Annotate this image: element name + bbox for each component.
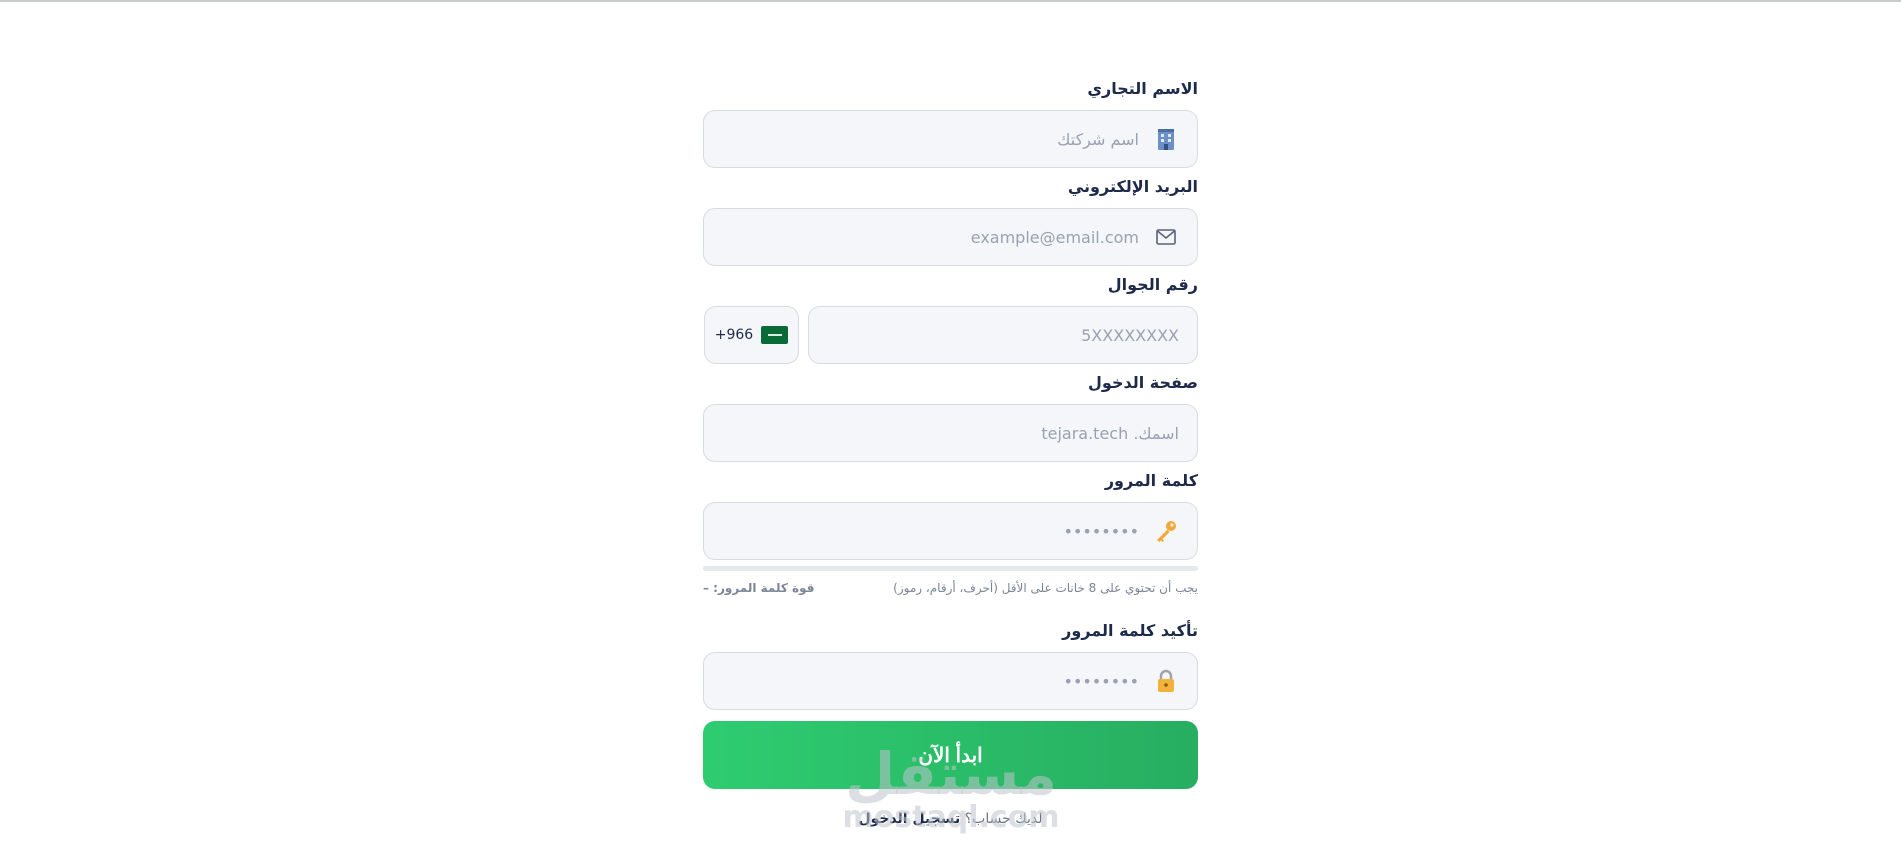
login-page-placeholder: اسمك. tejara.tech — [1041, 423, 1179, 443]
login-page-group: صفحة الدخول اسمك. tejara.tech — [703, 372, 1198, 462]
email-label: البريد الإلكتروني — [1067, 177, 1198, 196]
password-hint: يجب أن تحتوي على 8 خانات على الأقل (أحرف… — [893, 581, 1198, 595]
company-name-placeholder: اسم شركتك — [1057, 129, 1139, 149]
email-group: البريد الإلكتروني example@email.com — [703, 176, 1198, 266]
email-input[interactable]: example@email.com — [703, 208, 1198, 266]
phone-group: رقم الجوال 5XXXXXXXX +966 — [703, 274, 1198, 364]
password-strength-bar — [703, 566, 1198, 571]
email-placeholder: example@email.com — [970, 227, 1139, 247]
password-strength-label: قوة كلمة المرور: – — [703, 581, 815, 595]
envelope-icon — [1153, 224, 1179, 250]
password-hint-row: يجب أن تحتوي على 8 خانات على الأقل (أحرف… — [703, 580, 1198, 596]
company-name-input[interactable]: اسم شركتك — [703, 110, 1198, 168]
company-name-label: الاسم التجاري — [1087, 79, 1198, 98]
saudi-flag-icon — [761, 326, 789, 344]
signup-form: الاسم التجاري اسم شركتك البريد الإلكترون… — [703, 78, 1198, 827]
phone-label: رقم الجوال — [1107, 275, 1198, 294]
lock-icon — [1153, 668, 1179, 694]
watermark-latin: mostaql.com — [842, 800, 1060, 835]
phone-placeholder: 5XXXXXXXX — [1081, 325, 1179, 345]
password-group: كلمة المرور •••••••• يجب أن تحتوي على 8 … — [703, 470, 1198, 596]
watermark-arabic: مستقل — [844, 740, 1058, 808]
company-name-group: الاسم التجاري اسم شركتك — [703, 78, 1198, 168]
country-code: +966 — [714, 327, 754, 343]
watermark: مستقل mostaql.com — [836, 745, 1066, 833]
phone-row: 5XXXXXXXX +966 — [703, 306, 1198, 364]
phone-input[interactable]: 5XXXXXXXX — [808, 306, 1198, 364]
key-icon — [1153, 518, 1179, 544]
building-icon — [1153, 126, 1179, 152]
password-placeholder: •••••••• — [1063, 521, 1140, 541]
confirm-password-group: تأكيد كلمة المرور •••••••• — [703, 620, 1198, 710]
top-border — [0, 0, 1901, 2]
login-page-input[interactable]: اسمك. tejara.tech — [703, 404, 1198, 462]
confirm-password-input[interactable]: •••••••• — [703, 652, 1198, 710]
confirm-password-placeholder: •••••••• — [1063, 671, 1140, 691]
password-label: كلمة المرور — [1104, 471, 1198, 490]
password-input[interactable]: •••••••• — [703, 502, 1198, 560]
confirm-password-label: تأكيد كلمة المرور — [1062, 621, 1198, 640]
country-code-select[interactable]: +966 — [704, 306, 799, 364]
login-page-label: صفحة الدخول — [1088, 373, 1198, 392]
